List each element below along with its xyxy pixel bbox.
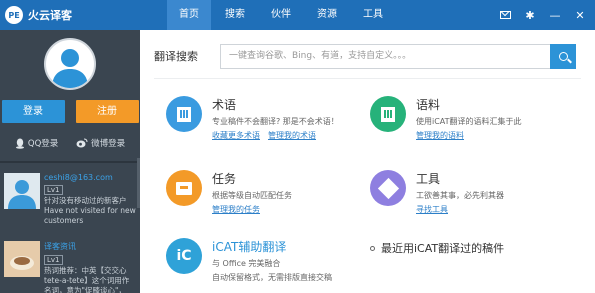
recent-docs-title: 最近用iCAT翻译过的稿件 bbox=[381, 242, 505, 255]
weibo-icon bbox=[76, 138, 88, 148]
terms-icon[interactable] bbox=[166, 96, 202, 132]
nav-resources[interactable]: 资源 bbox=[305, 0, 349, 30]
corpus-links: 管理我的语料 bbox=[416, 130, 522, 141]
search-button[interactable] bbox=[550, 43, 576, 69]
tools-desc: 工欲善其事，必先利其器 bbox=[416, 191, 504, 200]
auth-buttons: 登录 注册 bbox=[0, 100, 140, 123]
tasks-links: 管理我的任务 bbox=[212, 204, 292, 215]
level-badge: Lv1 bbox=[44, 185, 63, 195]
avatar-area bbox=[0, 30, 140, 100]
feature-tasks: 任务 根据等级自动匹配任务 管理我的任务 bbox=[166, 170, 292, 215]
tasks-icon[interactable] bbox=[166, 170, 202, 206]
window-controls: ✱ — ✕ bbox=[490, 0, 590, 30]
icat-icon-text: iC bbox=[176, 248, 192, 264]
main-nav: 首页 搜索 伙伴 资源 工具 bbox=[167, 0, 397, 30]
bullet-icon bbox=[370, 245, 375, 251]
manage-corpus-link[interactable]: 管理我的语料 bbox=[416, 131, 464, 140]
feed-thumbnail bbox=[4, 241, 40, 277]
minimize-icon[interactable]: — bbox=[545, 0, 565, 30]
search-bar: 翻译搜索 bbox=[140, 30, 595, 72]
find-tools-link[interactable]: 寻找工具 bbox=[416, 205, 448, 214]
feature-icat: iC iCAT辅助翻译 与 Office 完美融合 自动保留格式，无需排版直接交… bbox=[166, 238, 332, 283]
tasks-title: 任务 bbox=[212, 172, 237, 186]
nav-search[interactable]: 搜索 bbox=[213, 0, 257, 30]
feed-avatar bbox=[4, 173, 40, 209]
coffee-photo-icon bbox=[4, 241, 40, 277]
logo-icon: PE bbox=[5, 6, 23, 24]
terms-links: 收藏更多术语 管理我的术语 bbox=[212, 130, 339, 141]
user-silhouette-icon bbox=[52, 49, 88, 88]
main-content: 翻译搜索 术语 专业稿件不会翻译? 那是不会术语！ 收藏更多术语管理我的术语 语… bbox=[140, 30, 595, 293]
tools-icon[interactable] bbox=[370, 170, 406, 206]
tasks-desc: 根据等级自动匹配任务 bbox=[212, 191, 292, 200]
qq-login-link[interactable]: QQ登录 bbox=[15, 137, 58, 149]
feature-tools: 工具 工欲善其事，必先利其器 寻找工具 bbox=[370, 170, 504, 215]
feature-corpus: 语料 使用iCAT翻译的语料汇集于此 管理我的语料 bbox=[370, 96, 522, 141]
login-button[interactable]: 登录 bbox=[1, 100, 65, 123]
qq-icon bbox=[15, 138, 24, 149]
search-label: 翻译搜索 bbox=[154, 50, 198, 63]
collect-terms-link[interactable]: 收藏更多术语 bbox=[212, 131, 260, 140]
search-divider bbox=[154, 78, 581, 79]
feed-body: 译客资讯 Lv1 热词推荐：中英【交交心 tete-a-tete】这个词用作名词… bbox=[44, 241, 136, 293]
icat-desc: 与 Office 完美融合 bbox=[212, 259, 281, 268]
avatar[interactable] bbox=[44, 38, 96, 90]
feed-item[interactable]: ceshi8@163.com Lv1 针对没有移动过的新客户 Have not … bbox=[0, 163, 140, 231]
terms-desc: 专业稿件不会翻译? 那是不会术语！ bbox=[212, 117, 339, 126]
icat-icon[interactable]: iC bbox=[166, 238, 202, 274]
app-logo[interactable]: PE 火云译客 bbox=[0, 6, 140, 24]
feed-item[interactable]: 译客资讯 Lv1 热词推荐：中英【交交心 tete-a-tete】这个词用作名词… bbox=[0, 231, 140, 293]
nav-partners[interactable]: 伙伴 bbox=[259, 0, 303, 30]
search-input[interactable] bbox=[220, 43, 550, 69]
tools-links: 寻找工具 bbox=[416, 204, 504, 215]
close-icon[interactable]: ✕ bbox=[570, 0, 590, 30]
level-badge: Lv1 bbox=[44, 255, 63, 265]
icat-title[interactable]: iCAT辅助翻译 bbox=[212, 238, 332, 255]
terms-title: 术语 bbox=[212, 98, 237, 112]
manage-tasks-link[interactable]: 管理我的任务 bbox=[212, 205, 260, 214]
settings-icon[interactable]: ✱ bbox=[520, 0, 540, 30]
app-title: 火云译客 bbox=[28, 9, 72, 22]
top-bar: PE 火云译客 首页 搜索 伙伴 资源 工具 ✱ — ✕ bbox=[0, 0, 595, 30]
feed-username[interactable]: ceshi8@163.com bbox=[44, 173, 136, 182]
weibo-login-link[interactable]: 微博登录 bbox=[76, 137, 125, 149]
feed-text: 热词推荐：中英【交交心 tete-a-tete】这个词用作名词，意为"促膝谈心"… bbox=[44, 266, 130, 293]
weibo-login-label: 微博登录 bbox=[91, 139, 126, 149]
manage-terms-link[interactable]: 管理我的术语 bbox=[268, 131, 316, 140]
corpus-title: 语料 bbox=[416, 98, 441, 112]
social-login: QQ登录 微博登录 bbox=[0, 133, 140, 153]
corpus-icon[interactable] bbox=[370, 96, 406, 132]
icat-desc-2: 自动保留格式，无需排版直接交稿 bbox=[212, 273, 332, 282]
mail-icon[interactable] bbox=[495, 0, 515, 30]
tools-title: 工具 bbox=[416, 172, 441, 186]
feed-text: 针对没有移动过的新客户 Have not visited for new cus… bbox=[44, 196, 136, 225]
feed-username[interactable]: 译客资讯 bbox=[44, 241, 136, 252]
corpus-desc: 使用iCAT翻译的语料汇集于此 bbox=[416, 117, 522, 126]
qq-login-label: QQ登录 bbox=[27, 139, 59, 149]
nav-tools[interactable]: 工具 bbox=[351, 0, 395, 30]
sidebar: 登录 注册 QQ登录 微博登录 ceshi8@163.com Lv1 针对没有移… bbox=[0, 30, 140, 293]
nav-home[interactable]: 首页 bbox=[167, 0, 211, 30]
feed-body: ceshi8@163.com Lv1 针对没有移动过的新客户 Have not … bbox=[44, 173, 136, 231]
feature-terms: 术语 专业稿件不会翻译? 那是不会术语！ 收藏更多术语 管理我的术语 bbox=[166, 96, 339, 141]
recent-docs-header: 最近用iCAT翻译过的稿件 bbox=[370, 240, 504, 256]
register-button[interactable]: 注册 bbox=[75, 100, 139, 123]
search-icon bbox=[558, 51, 568, 61]
user-avatar-icon bbox=[4, 173, 40, 209]
